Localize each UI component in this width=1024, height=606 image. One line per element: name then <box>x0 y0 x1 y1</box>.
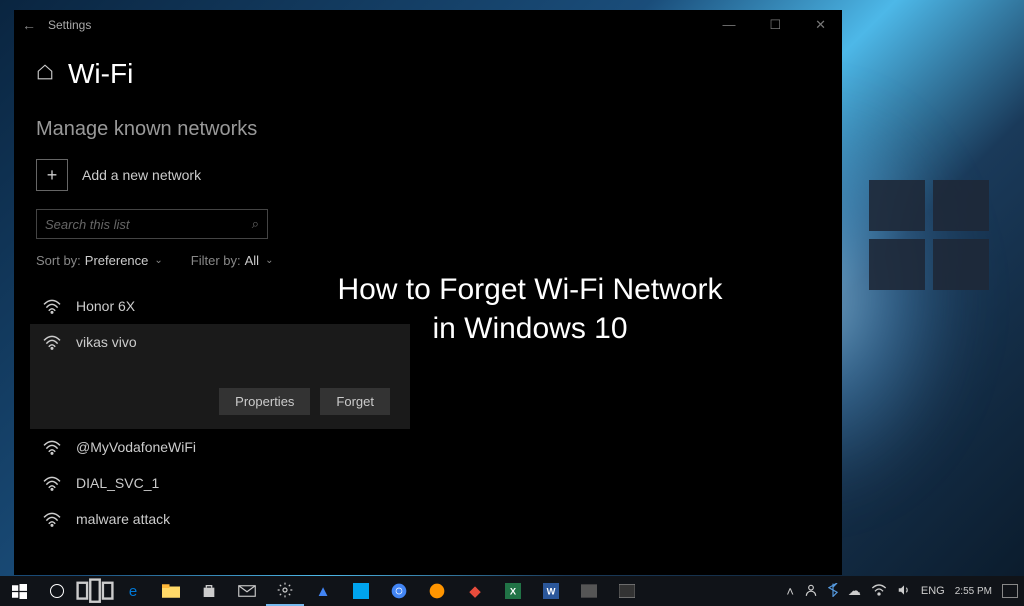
network-name: DIAL_SVC_1 <box>76 475 159 491</box>
network-name: vikas vivo <box>76 334 137 350</box>
search-icon: ⌕ <box>252 216 259 232</box>
svg-text:W: W <box>547 586 556 596</box>
cmd-icon[interactable] <box>608 576 646 606</box>
language-indicator[interactable]: ENG <box>921 585 945 597</box>
filter-label: Filter by: <box>191 253 241 268</box>
overlay-line2: in Windows 10 <box>280 309 780 348</box>
sort-value: Preference <box>85 253 149 268</box>
titlebar: ← Settings — ☐ ✕ <box>14 10 842 40</box>
app-icon-1[interactable]: ▲ <box>304 576 342 606</box>
properties-button[interactable]: Properties <box>219 388 310 415</box>
wifi-icon <box>42 475 62 491</box>
sort-label: Sort by: <box>36 253 81 268</box>
network-item[interactable]: @MyVodafoneWiFi <box>36 429 820 465</box>
store-icon[interactable] <box>190 576 228 606</box>
firefox-icon[interactable] <box>418 576 456 606</box>
onedrive-icon[interactable]: ☁ <box>848 583 861 599</box>
maximize-button[interactable]: ☐ <box>761 13 789 37</box>
wifi-icon <box>42 511 62 527</box>
start-button[interactable] <box>0 576 38 606</box>
network-name: malware attack <box>76 511 170 527</box>
home-icon[interactable] <box>36 63 54 86</box>
word-icon[interactable]: W <box>532 576 570 606</box>
volume-icon[interactable] <box>897 583 911 600</box>
action-center-icon[interactable] <box>1002 584 1018 598</box>
excel-icon[interactable]: X <box>494 576 532 606</box>
add-network-button[interactable]: + Add a new network <box>36 159 820 191</box>
mail-icon[interactable] <box>228 576 266 606</box>
page-title: Wi-Fi <box>68 58 133 90</box>
chevron-down-icon: ⌄ <box>154 255 162 266</box>
cortana-button[interactable] <box>38 576 76 606</box>
add-network-label: Add a new network <box>82 167 201 183</box>
plus-icon: + <box>36 159 68 191</box>
filter-value: All <box>245 253 259 268</box>
network-name: @MyVodafoneWiFi <box>76 439 196 455</box>
window-title: Settings <box>48 18 91 32</box>
wifi-tray-icon[interactable] <box>871 584 887 599</box>
sort-dropdown[interactable]: Sort by: Preference ⌄ <box>36 253 163 268</box>
network-name: Honor 6X <box>76 298 135 314</box>
wifi-icon <box>42 334 62 350</box>
people-icon[interactable] <box>804 583 818 600</box>
back-button[interactable]: ← <box>22 17 36 33</box>
app-icon-4[interactable] <box>570 576 608 606</box>
wifi-icon <box>42 439 62 455</box>
app-icon-3[interactable]: ◆ <box>456 576 494 606</box>
network-item[interactable]: DIAL_SVC_1 <box>36 465 820 501</box>
wifi-icon <box>42 298 62 314</box>
file-explorer-icon[interactable] <box>152 576 190 606</box>
filter-dropdown[interactable]: Filter by: All ⌄ <box>191 253 274 268</box>
search-box[interactable]: ⌕ <box>36 209 268 239</box>
svg-text:X: X <box>510 586 517 596</box>
time: 2:55 PM <box>955 586 992 597</box>
section-title: Manage known networks <box>36 118 820 141</box>
bluetooth-icon[interactable] <box>828 583 838 600</box>
tutorial-title-overlay: How to Forget Wi-Fi Network in Windows 1… <box>280 270 780 348</box>
chrome-icon[interactable] <box>380 576 418 606</box>
tray-chevron-icon[interactable]: ˄ <box>786 584 794 599</box>
taskbar: e ▲ ◆ X W <box>0 576 1024 606</box>
settings-taskbar-icon[interactable] <box>266 576 304 606</box>
network-item[interactable]: malware attack <box>36 501 820 537</box>
chevron-down-icon: ⌄ <box>265 255 273 266</box>
search-input[interactable] <box>45 217 252 232</box>
overlay-line1: How to Forget Wi-Fi Network <box>280 270 780 309</box>
app-icon-2[interactable] <box>342 576 380 606</box>
minimize-button[interactable]: — <box>714 13 743 37</box>
forget-button[interactable]: Forget <box>320 388 390 415</box>
task-view-button[interactable] <box>76 576 114 606</box>
close-button[interactable]: ✕ <box>807 13 834 37</box>
clock[interactable]: 2:55 PM <box>955 586 992 597</box>
windows-logo-desktop <box>869 180 989 290</box>
edge-icon[interactable]: e <box>114 576 152 606</box>
